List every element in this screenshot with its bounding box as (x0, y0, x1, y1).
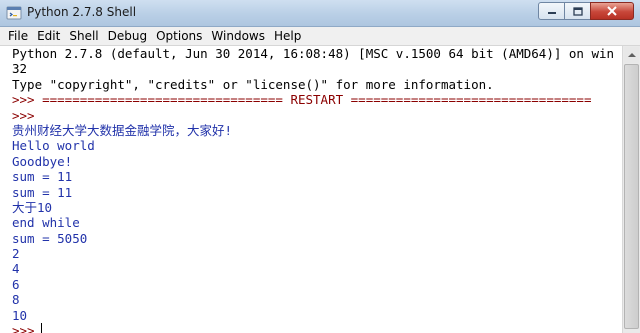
menu-windows[interactable]: Windows (211, 29, 265, 43)
arrow-up-icon (627, 53, 636, 57)
window-title: Python 2.7.8 Shell (27, 5, 137, 19)
text-cursor (40, 323, 42, 333)
menu-edit[interactable]: Edit (37, 29, 60, 43)
maximize-icon (572, 6, 583, 16)
window-controls (538, 2, 634, 22)
output-line: 大于10 (12, 199, 53, 215)
output-line: 8 (12, 292, 20, 308)
output-line: 4 (12, 261, 20, 277)
output-line: sum = 11 (12, 169, 73, 185)
restart-line: >>> ================================ RES… (12, 92, 592, 108)
menu-bar: File Edit Shell Debug Options Windows He… (0, 27, 640, 46)
output-line: Hello world (12, 138, 95, 154)
close-icon (607, 6, 617, 16)
menu-debug[interactable]: Debug (108, 29, 147, 43)
banner-line: Type "copyright", "credits" or "license(… (12, 76, 494, 92)
prompt-line: >>> (12, 107, 35, 123)
idle-shell-window: Python 2.7.8 Shell File Edit Shell Debug… (0, 0, 640, 333)
scrollbar-thumb[interactable] (624, 64, 639, 329)
output-line: Goodbye! (12, 153, 73, 169)
menu-options[interactable]: Options (156, 29, 202, 43)
current-prompt: >>> (12, 323, 35, 333)
output-line: end while (12, 215, 80, 231)
output-line: 6 (12, 276, 20, 292)
output-line: sum = 11 (12, 184, 73, 200)
menu-shell[interactable]: Shell (69, 29, 98, 43)
banner-line: Python 2.7.8 (default, Jun 30 2014, 16:0… (12, 46, 615, 61)
close-button[interactable] (590, 2, 634, 20)
python-shell-icon (6, 6, 22, 20)
menu-file[interactable]: File (8, 29, 28, 43)
scroll-up-button[interactable] (624, 47, 639, 63)
minimize-button[interactable] (538, 2, 565, 20)
title-bar[interactable]: Python 2.7.8 Shell (0, 0, 640, 27)
maximize-button[interactable] (564, 2, 591, 20)
current-prompt-line[interactable]: >>> (12, 323, 622, 333)
vertical-scrollbar[interactable] (622, 46, 640, 333)
output-line: 贵州财经大学大数据金融学院，大家好! (12, 122, 233, 138)
output-line: 10 (12, 307, 28, 323)
shell-text-area[interactable]: Python 2.7.8 (default, Jun 30 2014, 16:0… (0, 46, 622, 333)
banner-line: 32 (12, 61, 28, 77)
output-line: sum = 5050 (12, 230, 88, 246)
output-line: 2 (12, 246, 20, 262)
menu-help[interactable]: Help (274, 29, 301, 43)
minimize-icon (547, 12, 556, 14)
